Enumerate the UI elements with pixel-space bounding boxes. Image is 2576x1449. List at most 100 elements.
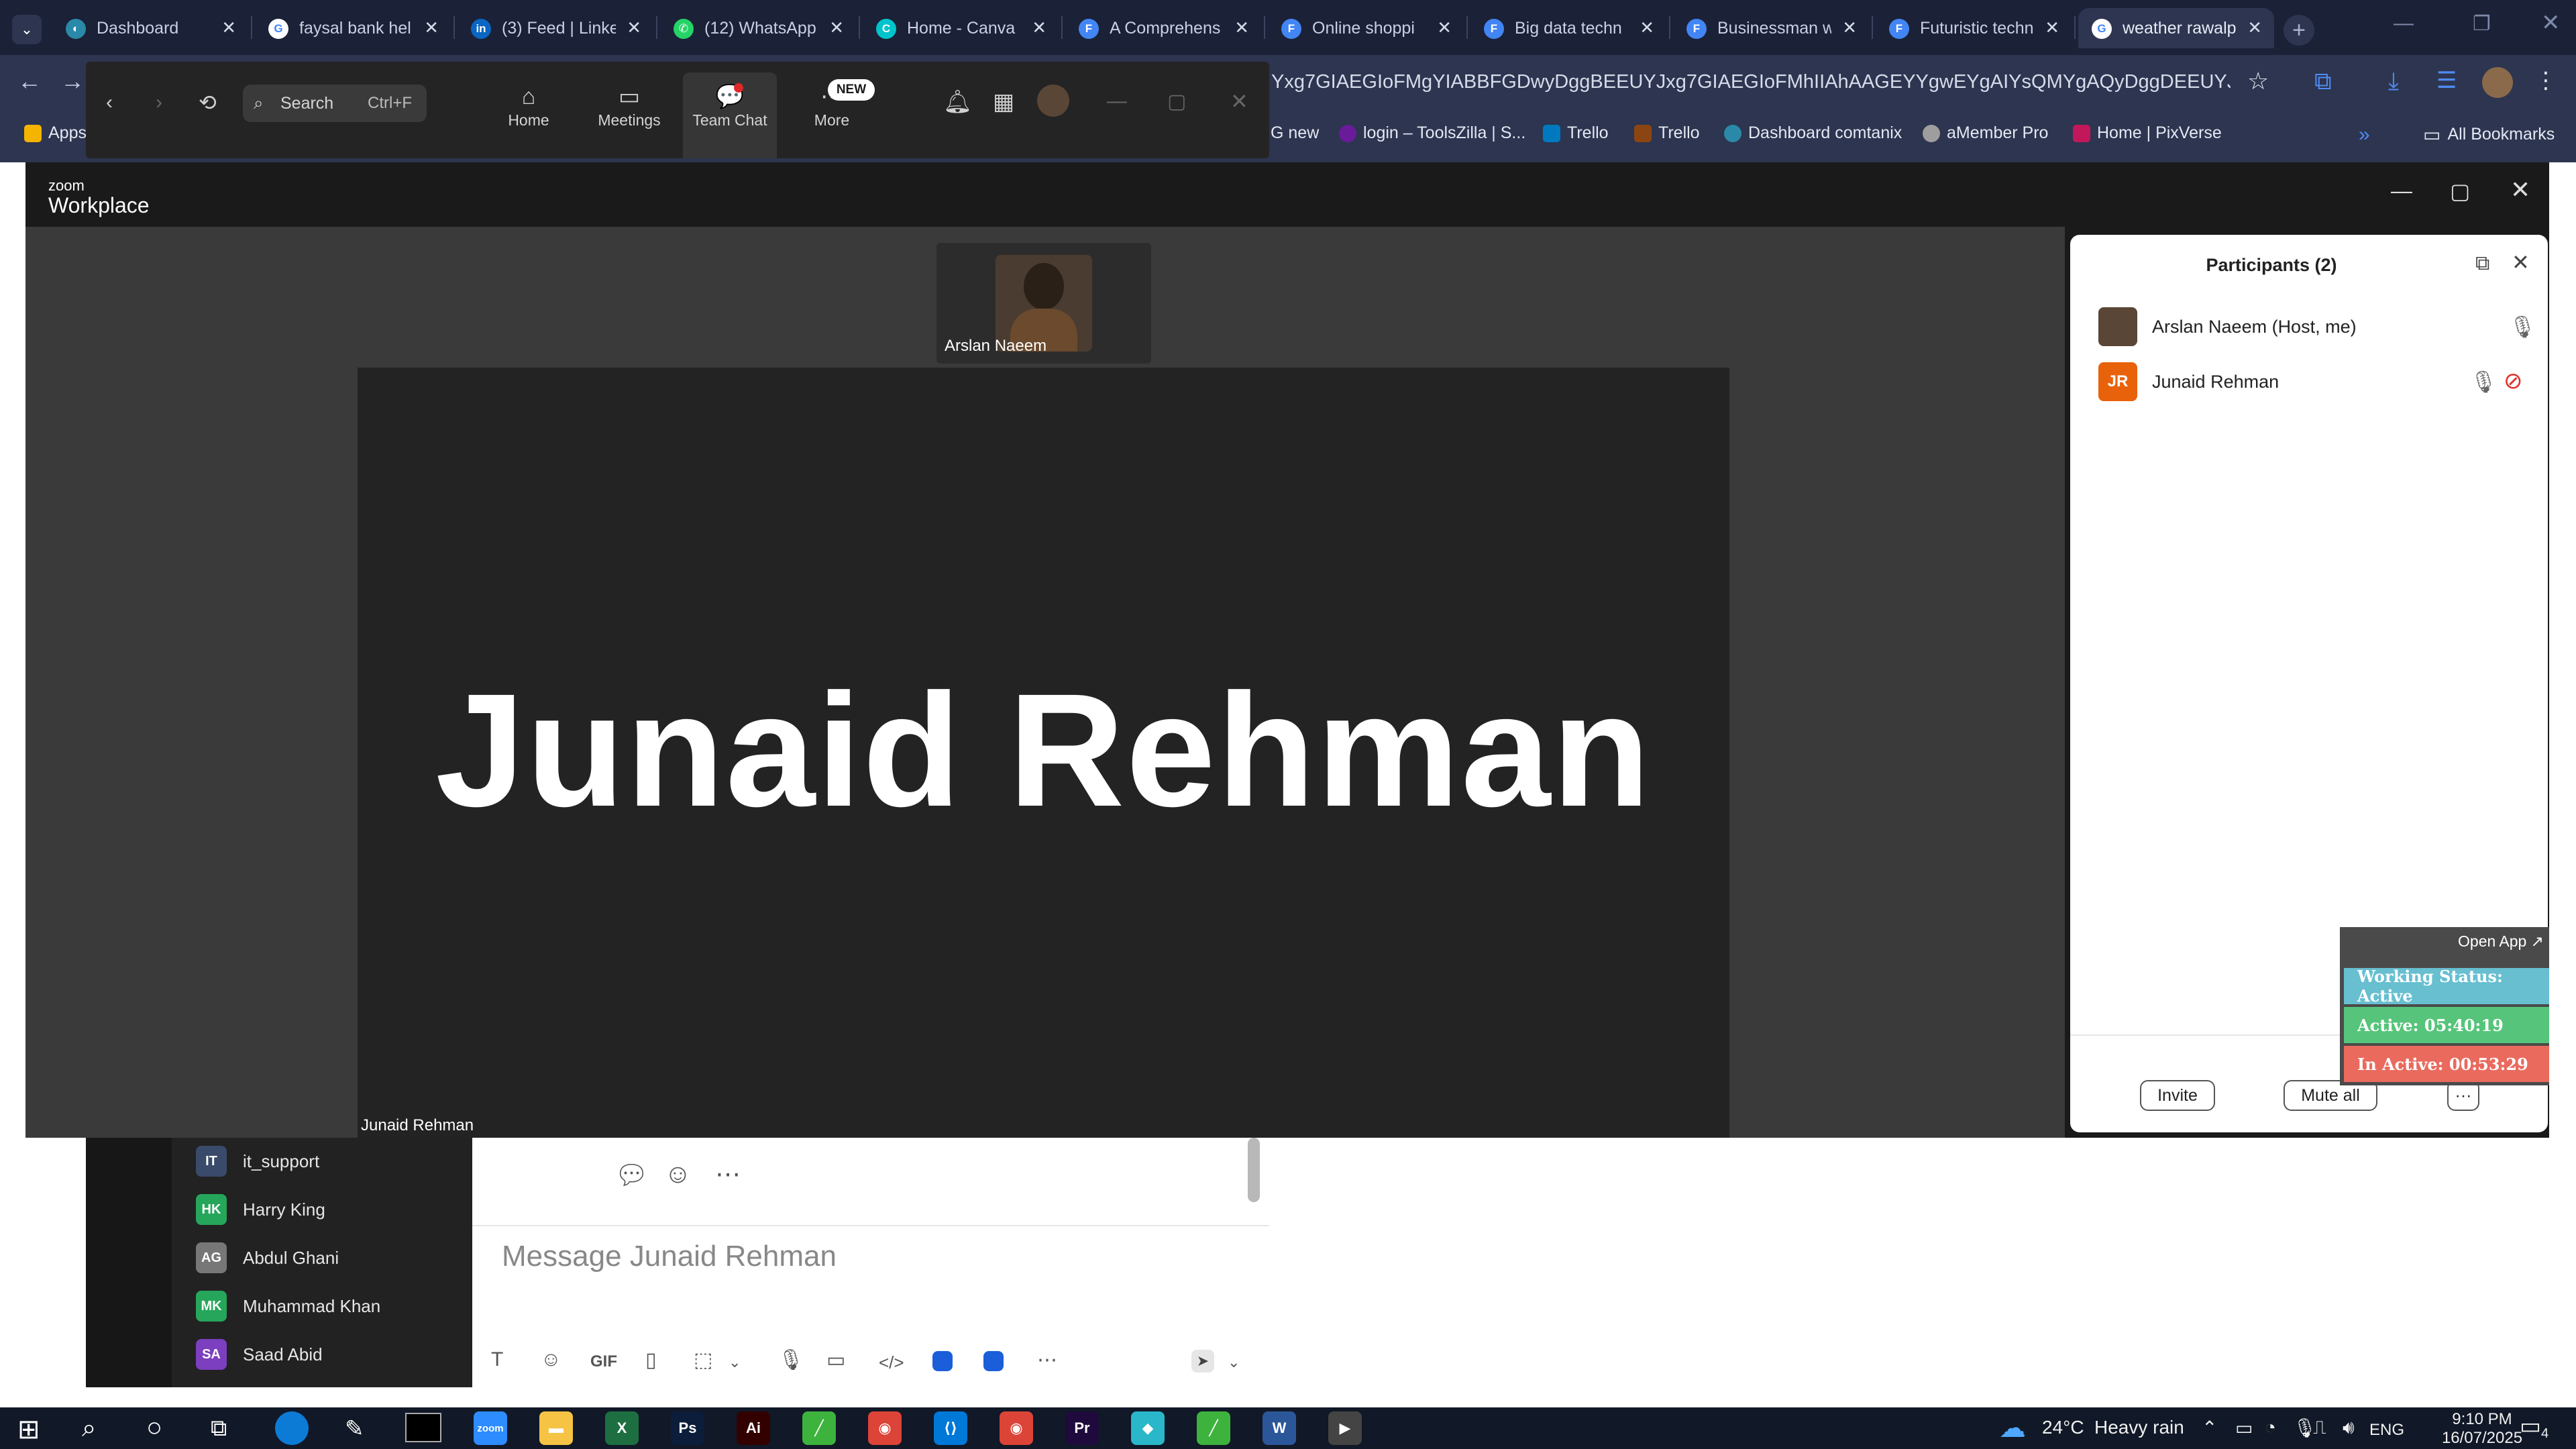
network-icon[interactable]: ⎍ [2313, 1417, 2326, 1439]
meeting-close-icon[interactable]: ✕ [2510, 176, 2530, 204]
bookmark-trello-2[interactable]: Trello [1634, 123, 1700, 143]
download-icon[interactable]: ⤓ [2388, 67, 2399, 96]
send-icon[interactable]: ➤ [1191, 1350, 1214, 1373]
browser-tab[interactable]: F A Comprehens ✕ [1065, 8, 1261, 48]
open-app-link[interactable]: Open App ↗ [2340, 932, 2544, 951]
bookmarks-overflow-icon[interactable]: » [2359, 123, 2370, 146]
new-tab-button[interactable]: + [2284, 15, 2314, 46]
nav-meetings[interactable]: ▭ Meetings [579, 82, 680, 129]
participant-row[interactable]: JR Junaid Rehman 🎙︎ ⊘ [2098, 361, 2528, 402]
send-options-icon[interactable]: ⌄ [1228, 1354, 1240, 1371]
green-app-2-icon[interactable]: ╱ [1197, 1411, 1230, 1445]
zoom-profile-avatar[interactable] [1037, 85, 1069, 117]
zoom-search-input[interactable]: ⌕ Search Ctrl+F [243, 85, 427, 122]
media-controls-icon[interactable]: ☰ [2436, 67, 2457, 94]
browser-restore-icon[interactable]: ❐ [2473, 12, 2491, 36]
app-icon-blue-2[interactable] [983, 1351, 1004, 1371]
terminal-icon[interactable] [405, 1413, 441, 1442]
browser-menu-icon[interactable]: ⋮ [2534, 67, 2557, 94]
browser-tab[interactable]: C Home - Canva ✕ [863, 8, 1059, 48]
tab-close-icon[interactable]: ✕ [1437, 17, 1452, 38]
app-icon-blue[interactable] [932, 1351, 953, 1371]
pen-icon[interactable]: ✎ [345, 1415, 364, 1442]
forward-arrow-icon[interactable]: → [60, 67, 85, 95]
browser-minimize-icon[interactable]: — [2394, 12, 2414, 35]
chrome-2-icon[interactable]: ◉ [1000, 1411, 1033, 1445]
media-player-icon[interactable]: ▶ [1328, 1411, 1362, 1445]
tab-close-icon[interactable]: ✕ [2045, 17, 2059, 38]
task-view-icon[interactable]: ⧉ [211, 1415, 227, 1442]
weather-cloud-icon[interactable]: ☁ [1999, 1413, 2026, 1444]
nav-home[interactable]: ⌂ Home [478, 82, 579, 129]
zoom-close-icon[interactable]: ✕ [1230, 89, 1248, 114]
bookmark-star-icon[interactable]: ☆ [2247, 67, 2269, 95]
photoshop-icon[interactable]: Ps [671, 1411, 704, 1445]
tab-close-icon[interactable]: ✕ [1234, 17, 1249, 38]
weather-temperature[interactable]: 24°C [2042, 1417, 2084, 1438]
address-bar-url[interactable]: Yxg7GIAEGIoFMgYIABBFGDwyDggBEEUYJxg7GIAE… [1271, 71, 2231, 93]
chat-contact-item[interactable]: AG Abdul Ghani [196, 1238, 464, 1276]
invite-button[interactable]: Invite [2140, 1080, 2215, 1111]
notifications-icon[interactable]: ▭ [2520, 1413, 2541, 1440]
bookmark-dashboard-comtanix[interactable]: Dashboard comtanix [1724, 123, 1902, 143]
screenshot-dropdown-icon[interactable]: ⌄ [729, 1354, 741, 1371]
volume-icon[interactable]: 🔊︎ [2343, 1417, 2355, 1439]
microphone-icon[interactable]: 🎙︎ [2509, 314, 2536, 339]
vscode-icon[interactable]: ⟨⟩ [934, 1411, 967, 1445]
code-snippet-icon[interactable]: </> [879, 1352, 904, 1373]
bookmark-apps[interactable]: Apps [24, 123, 87, 143]
profile-avatar[interactable] [2482, 67, 2513, 98]
calendar-icon[interactable]: ▦ [993, 89, 1014, 115]
audio-message-icon[interactable]: 🎙︎ [778, 1348, 804, 1372]
microphone-icon[interactable]: 🎙︎ [2470, 369, 2498, 394]
zoom-maximize-icon[interactable]: ▢ [1167, 90, 1186, 113]
tab-close-icon[interactable]: ✕ [1640, 17, 1654, 38]
history-icon[interactable]: ⟲ [199, 90, 217, 115]
participant-thumbnail[interactable]: Arslan Naeem [936, 243, 1151, 364]
browser-tab[interactable]: F Online shoppi ✕ [1268, 8, 1464, 48]
browser-tab[interactable]: Gfaysal bank hel ✕ [255, 8, 451, 48]
browser-tab[interactable]: F Futuristic techn ✕ [1876, 8, 2072, 48]
cortana-icon[interactable]: ○ [146, 1413, 162, 1443]
message-more-icon[interactable]: ⋯ [715, 1159, 741, 1189]
tab-close-icon[interactable]: ✕ [424, 17, 439, 38]
search-icon[interactable]: ⌕ [82, 1414, 96, 1443]
windows-start-icon[interactable]: ⊞ [17, 1414, 40, 1445]
browser-tab[interactable]: ✆ (12) WhatsApp ✕ [660, 8, 856, 48]
chrome-icon[interactable]: ◉ [868, 1411, 902, 1445]
file-icon[interactable]: ▯ [645, 1348, 657, 1372]
browser-close-icon[interactable]: ✕ [2541, 9, 2561, 36]
battery-icon[interactable]: ◔ [2265, 1417, 2276, 1438]
text-format-icon[interactable]: T [491, 1348, 503, 1371]
browser-tab[interactable]: F Big data techn ✕ [1470, 8, 1666, 48]
tab-close-icon[interactable]: ✕ [221, 17, 236, 38]
premiere-icon[interactable]: Pr [1065, 1411, 1099, 1445]
bookmark-pixverse[interactable]: Home | PixVerse [2073, 123, 2222, 143]
tab-close-icon[interactable]: ✕ [2247, 17, 2262, 38]
bookmark-g-new[interactable]: G new [1271, 123, 1319, 143]
tab-search-chevron-icon[interactable]: ⌄ [12, 15, 42, 44]
browser-tab[interactable]: F Businessman w ✕ [1673, 8, 1869, 48]
more-tools-icon[interactable]: ⋯ [1037, 1348, 1057, 1372]
video-message-icon[interactable]: ▭ [826, 1348, 845, 1372]
illustrator-icon[interactable]: Ai [737, 1411, 770, 1445]
reply-thread-icon[interactable]: 💬︎ [614, 1159, 649, 1191]
participant-row[interactable]: Arslan Naeem (Host, me) 🎙︎ [2098, 306, 2536, 347]
word-icon[interactable]: W [1263, 1411, 1296, 1445]
tab-close-icon[interactable]: ✕ [829, 17, 844, 38]
extension-icon[interactable]: ⧉ [2314, 67, 2332, 96]
nav-team-chat[interactable]: 💬 Team Chat [680, 82, 780, 129]
app-diamond-icon[interactable]: ◆ [1131, 1411, 1165, 1445]
meeting-maximize-icon[interactable]: ▢ [2450, 178, 2470, 204]
popout-icon[interactable]: ⧉ [2475, 252, 2489, 275]
bell-icon[interactable]: 🔔︎ [943, 89, 972, 115]
edge-icon[interactable] [275, 1411, 309, 1445]
zoom-back-icon[interactable]: ‹ [106, 91, 113, 114]
zoom-app-icon[interactable]: zoom [474, 1411, 507, 1445]
tab-close-icon[interactable]: ✕ [627, 17, 641, 38]
video-off-icon[interactable]: ⊘ [2504, 368, 2523, 394]
tab-close-icon[interactable]: ✕ [1032, 17, 1046, 38]
weather-condition[interactable]: Heavy rain [2094, 1417, 2184, 1438]
language-indicator[interactable]: ENG [2369, 1421, 2404, 1440]
back-arrow-icon[interactable]: ← [17, 67, 42, 95]
